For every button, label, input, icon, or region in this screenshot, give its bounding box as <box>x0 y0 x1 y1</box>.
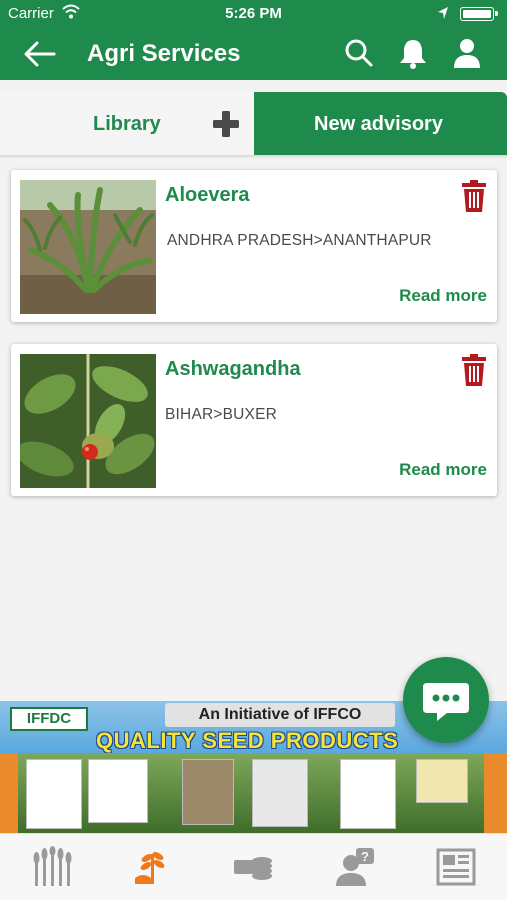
advisory-title[interactable]: Ashwagandha <box>165 358 301 381</box>
advisory-location: BIHAR>BUXER <box>165 406 278 423</box>
aloevera-image <box>20 180 156 314</box>
crops-icon[interactable] <box>31 846 73 888</box>
search-icon[interactable] <box>342 36 376 70</box>
expert-help-icon[interactable]: ? <box>334 846 376 888</box>
banner-initiative: An Initiative of IFFCO <box>165 703 395 727</box>
advisory-location: ANDHRA PRADESH>ANANTHAPUR <box>167 232 432 249</box>
advisory-card[interactable]: Ashwagandha BIHAR>BUXER Read more <box>11 344 497 496</box>
iffdc-logo: IFFDC <box>10 707 88 731</box>
advisory-title[interactable]: Aloevera <box>165 184 250 207</box>
battery-icon <box>460 7 498 21</box>
tab-new-advisory-label: New advisory <box>314 113 443 135</box>
read-more-link[interactable]: Read more <box>399 286 487 306</box>
seed-pack <box>26 759 82 829</box>
page-title: Agri Services <box>87 40 241 67</box>
profile-icon[interactable] <box>450 36 484 70</box>
agri-services-icon[interactable] <box>131 846 173 888</box>
tab-new-advisory[interactable]: New advisory <box>254 92 507 155</box>
read-more-link[interactable]: Read more <box>399 460 487 480</box>
advisory-card[interactable]: Aloevera ANDHRA PRADESH>ANANTHAPUR Read … <box>11 170 497 322</box>
seed-sign <box>416 759 468 803</box>
money-icon[interactable] <box>232 846 274 888</box>
chat-icon <box>423 683 469 721</box>
tab-library[interactable]: Library <box>0 92 254 155</box>
seed-pack <box>182 759 234 825</box>
location-arrow-icon <box>438 7 448 19</box>
tab-bar: Library New advisory <box>0 92 507 155</box>
seed-pack <box>340 759 396 829</box>
bottom-nav: ? <box>0 833 507 900</box>
trash-icon[interactable] <box>461 180 487 212</box>
app-bar: Agri Services <box>0 28 507 80</box>
status-bar: Carrier 5:26 PM <box>0 0 507 28</box>
back-arrow-icon[interactable] <box>22 38 58 70</box>
plus-icon[interactable] <box>212 110 240 138</box>
tabs-shadow <box>0 155 507 159</box>
news-icon[interactable] <box>435 846 477 888</box>
tab-library-label: Library <box>93 113 161 135</box>
banner-headline: QUALITY SEED PRODUCTS <box>96 728 399 753</box>
seed-pack <box>252 759 308 827</box>
chat-button[interactable] <box>403 657 489 743</box>
status-time: 5:26 PM <box>225 5 282 22</box>
seed-pack <box>88 759 148 823</box>
ashwagandha-image <box>20 354 156 488</box>
svg-text:?: ? <box>361 849 369 864</box>
trash-icon[interactable] <box>461 354 487 386</box>
bell-icon[interactable] <box>396 36 430 70</box>
